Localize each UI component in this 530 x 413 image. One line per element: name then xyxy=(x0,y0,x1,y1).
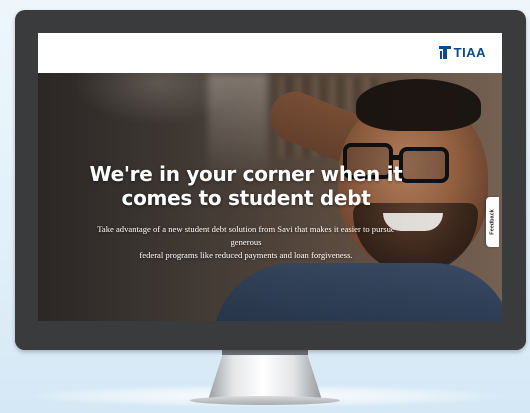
site-header: TIAA xyxy=(38,33,502,73)
hero-banner: We're in your corner when it comes to st… xyxy=(38,73,502,321)
hero-subtitle: Take advantage of a new student debt sol… xyxy=(93,223,399,262)
monitor-stand-neck xyxy=(208,350,322,400)
monitor-stand-base xyxy=(190,396,340,405)
hero-subtitle-line-2: federal programs like reduced payments a… xyxy=(139,250,353,260)
hero-title-line-2: comes to student debt xyxy=(121,186,371,210)
hero-subtitle-line-1: Take advantage of a new student debt sol… xyxy=(97,224,395,247)
tiaa-logo-mark-icon xyxy=(438,46,451,59)
feedback-tab[interactable]: Feedback xyxy=(486,197,499,247)
monitor-chin xyxy=(15,322,526,350)
monitor-stand-joint xyxy=(222,350,308,355)
monitor-screen: TIAA We're in your corner when it comes … xyxy=(38,33,502,321)
feedback-tab-label: Feedback xyxy=(489,209,496,235)
hero-title: We're in your corner when it comes to st… xyxy=(78,162,414,210)
tiaa-logo-text: TIAA xyxy=(453,45,486,60)
tiaa-logo-link[interactable]: TIAA xyxy=(438,45,486,60)
hero-title-line-1: We're in your corner when it xyxy=(89,162,403,186)
